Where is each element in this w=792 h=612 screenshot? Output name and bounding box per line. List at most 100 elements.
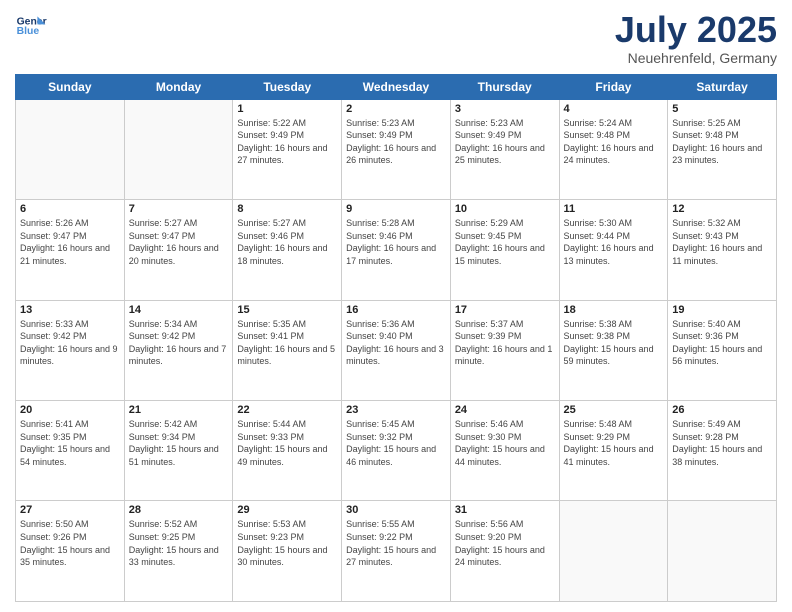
day-number: 4 bbox=[564, 103, 664, 115]
day-number: 28 bbox=[129, 504, 229, 516]
day-number: 11 bbox=[564, 203, 664, 215]
header-saturday: Saturday bbox=[668, 74, 777, 99]
cell-week5-day5: 31 Sunrise: 5:56 AMSunset: 9:20 PMDayligh… bbox=[450, 501, 559, 602]
day-number: 17 bbox=[455, 304, 555, 316]
day-number: 15 bbox=[237, 304, 337, 316]
days-header-row: Sunday Monday Tuesday Wednesday Thursday… bbox=[16, 74, 777, 99]
day-number: 5 bbox=[672, 103, 772, 115]
day-info: Sunrise: 5:22 AMSunset: 9:49 PMDaylight:… bbox=[237, 117, 337, 167]
location: Neuehrenfeld, Germany bbox=[615, 50, 777, 66]
logo: General Blue bbox=[15, 10, 47, 42]
cell-week1-day6: 4 Sunrise: 5:24 AMSunset: 9:48 PMDaylight… bbox=[559, 99, 668, 199]
cell-week4-day4: 23 Sunrise: 5:45 AMSunset: 9:32 PMDayligh… bbox=[342, 401, 451, 501]
day-info: Sunrise: 5:55 AMSunset: 9:22 PMDaylight:… bbox=[346, 518, 446, 568]
cell-week5-day7 bbox=[668, 501, 777, 602]
cell-week2-day5: 10 Sunrise: 5:29 AMSunset: 9:45 PMDayligh… bbox=[450, 200, 559, 300]
day-number: 12 bbox=[672, 203, 772, 215]
calendar-table: Sunday Monday Tuesday Wednesday Thursday… bbox=[15, 74, 777, 602]
day-info: Sunrise: 5:33 AMSunset: 9:42 PMDaylight:… bbox=[20, 318, 120, 368]
week-row-2: 6 Sunrise: 5:26 AMSunset: 9:47 PMDaylight… bbox=[16, 200, 777, 300]
cell-week5-day2: 28 Sunrise: 5:52 AMSunset: 9:25 PMDayligh… bbox=[124, 501, 233, 602]
day-number: 7 bbox=[129, 203, 229, 215]
cell-week3-day3: 15 Sunrise: 5:35 AMSunset: 9:41 PMDayligh… bbox=[233, 300, 342, 400]
day-info: Sunrise: 5:29 AMSunset: 9:45 PMDaylight:… bbox=[455, 217, 555, 267]
day-info: Sunrise: 5:42 AMSunset: 9:34 PMDaylight:… bbox=[129, 418, 229, 468]
day-info: Sunrise: 5:28 AMSunset: 9:46 PMDaylight:… bbox=[346, 217, 446, 267]
cell-week1-day1 bbox=[16, 99, 125, 199]
cell-week5-day6 bbox=[559, 501, 668, 602]
day-info: Sunrise: 5:53 AMSunset: 9:23 PMDaylight:… bbox=[237, 518, 337, 568]
day-info: Sunrise: 5:36 AMSunset: 9:40 PMDaylight:… bbox=[346, 318, 446, 368]
month-title: July 2025 bbox=[615, 10, 777, 50]
title-area: July 2025 Neuehrenfeld, Germany bbox=[615, 10, 777, 66]
header-friday: Friday bbox=[559, 74, 668, 99]
cell-week5-day1: 27 Sunrise: 5:50 AMSunset: 9:26 PMDayligh… bbox=[16, 501, 125, 602]
cell-week3-day6: 18Sunrise: 5:38 AMSunset: 9:38 PMDayligh… bbox=[559, 300, 668, 400]
day-number: 23 bbox=[346, 404, 446, 416]
day-info: Sunrise: 5:30 AMSunset: 9:44 PMDaylight:… bbox=[564, 217, 664, 267]
cell-week5-day3: 29 Sunrise: 5:53 AMSunset: 9:23 PMDayligh… bbox=[233, 501, 342, 602]
day-info: Sunrise: 5:41 AMSunset: 9:35 PMDaylight:… bbox=[20, 418, 120, 468]
day-number: 16 bbox=[346, 304, 446, 316]
day-number: 26 bbox=[672, 404, 772, 416]
day-number: 10 bbox=[455, 203, 555, 215]
cell-week2-day6: 11 Sunrise: 5:30 AMSunset: 9:44 PMDayligh… bbox=[559, 200, 668, 300]
day-number: 24 bbox=[455, 404, 555, 416]
day-number: 20 bbox=[20, 404, 120, 416]
day-number: 3 bbox=[455, 103, 555, 115]
cell-week4-day2: 21 Sunrise: 5:42 AMSunset: 9:34 PMDayligh… bbox=[124, 401, 233, 501]
day-info: Sunrise: 5:34 AMSunset: 9:42 PMDaylight:… bbox=[129, 318, 229, 368]
day-info: Sunrise: 5:23 AMSunset: 9:49 PMDaylight:… bbox=[346, 117, 446, 167]
day-info: Sunrise: 5:45 AMSunset: 9:32 PMDaylight:… bbox=[346, 418, 446, 468]
day-number: 8 bbox=[237, 203, 337, 215]
cell-week2-day1: 6 Sunrise: 5:26 AMSunset: 9:47 PMDaylight… bbox=[16, 200, 125, 300]
week-row-1: 1 Sunrise: 5:22 AMSunset: 9:49 PMDaylight… bbox=[16, 99, 777, 199]
cell-week4-day3: 22Sunrise: 5:44 AMSunset: 9:33 PMDayligh… bbox=[233, 401, 342, 501]
day-info: Sunrise: 5:38 AMSunset: 9:38 PMDaylight:… bbox=[564, 318, 664, 368]
header: General Blue July 2025 Neuehrenfeld, Ger… bbox=[15, 10, 777, 66]
cell-week4-day5: 24 Sunrise: 5:46 AMSunset: 9:30 PMDayligh… bbox=[450, 401, 559, 501]
day-info: Sunrise: 5:24 AMSunset: 9:48 PMDaylight:… bbox=[564, 117, 664, 167]
cell-week3-day1: 13Sunrise: 5:33 AMSunset: 9:42 PMDayligh… bbox=[16, 300, 125, 400]
cell-week3-day7: 19 Sunrise: 5:40 AMSunset: 9:36 PMDayligh… bbox=[668, 300, 777, 400]
logo-icon: General Blue bbox=[15, 10, 47, 42]
week-row-4: 20 Sunrise: 5:41 AMSunset: 9:35 PMDayligh… bbox=[16, 401, 777, 501]
day-number: 2 bbox=[346, 103, 446, 115]
cell-week2-day7: 12 Sunrise: 5:32 AMSunset: 9:43 PMDayligh… bbox=[668, 200, 777, 300]
day-info: Sunrise: 5:27 AMSunset: 9:46 PMDaylight:… bbox=[237, 217, 337, 267]
day-number: 27 bbox=[20, 504, 120, 516]
day-info: Sunrise: 5:35 AMSunset: 9:41 PMDaylight:… bbox=[237, 318, 337, 368]
cell-week1-day4: 2 Sunrise: 5:23 AMSunset: 9:49 PMDaylight… bbox=[342, 99, 451, 199]
header-sunday: Sunday bbox=[16, 74, 125, 99]
day-info: Sunrise: 5:56 AMSunset: 9:20 PMDaylight:… bbox=[455, 518, 555, 568]
cell-week2-day2: 7Sunrise: 5:27 AMSunset: 9:47 PMDaylight… bbox=[124, 200, 233, 300]
day-number: 19 bbox=[672, 304, 772, 316]
day-info: Sunrise: 5:52 AMSunset: 9:25 PMDaylight:… bbox=[129, 518, 229, 568]
day-info: Sunrise: 5:26 AMSunset: 9:47 PMDaylight:… bbox=[20, 217, 120, 267]
calendar-page: General Blue July 2025 Neuehrenfeld, Ger… bbox=[0, 0, 792, 612]
day-info: Sunrise: 5:32 AMSunset: 9:43 PMDaylight:… bbox=[672, 217, 772, 267]
cell-week1-day3: 1 Sunrise: 5:22 AMSunset: 9:49 PMDaylight… bbox=[233, 99, 342, 199]
day-number: 25 bbox=[564, 404, 664, 416]
cell-week4-day6: 25Sunrise: 5:48 AMSunset: 9:29 PMDayligh… bbox=[559, 401, 668, 501]
cell-week1-day7: 5Sunrise: 5:25 AMSunset: 9:48 PMDaylight… bbox=[668, 99, 777, 199]
week-row-5: 27 Sunrise: 5:50 AMSunset: 9:26 PMDayligh… bbox=[16, 501, 777, 602]
day-number: 14 bbox=[129, 304, 229, 316]
day-number: 21 bbox=[129, 404, 229, 416]
svg-text:Blue: Blue bbox=[17, 26, 40, 37]
cell-week4-day7: 26 Sunrise: 5:49 AMSunset: 9:28 PMDayligh… bbox=[668, 401, 777, 501]
day-info: Sunrise: 5:50 AMSunset: 9:26 PMDaylight:… bbox=[20, 518, 120, 568]
day-number: 29 bbox=[237, 504, 337, 516]
day-number: 30 bbox=[346, 504, 446, 516]
day-number: 31 bbox=[455, 504, 555, 516]
day-number: 1 bbox=[237, 103, 337, 115]
day-number: 22 bbox=[237, 404, 337, 416]
day-info: Sunrise: 5:40 AMSunset: 9:36 PMDaylight:… bbox=[672, 318, 772, 368]
cell-week2-day3: 8 Sunrise: 5:27 AMSunset: 9:46 PMDaylight… bbox=[233, 200, 342, 300]
day-number: 6 bbox=[20, 203, 120, 215]
day-info: Sunrise: 5:49 AMSunset: 9:28 PMDaylight:… bbox=[672, 418, 772, 468]
week-row-3: 13Sunrise: 5:33 AMSunset: 9:42 PMDayligh… bbox=[16, 300, 777, 400]
day-info: Sunrise: 5:46 AMSunset: 9:30 PMDaylight:… bbox=[455, 418, 555, 468]
cell-week3-day2: 14 Sunrise: 5:34 AMSunset: 9:42 PMDayligh… bbox=[124, 300, 233, 400]
header-thursday: Thursday bbox=[450, 74, 559, 99]
